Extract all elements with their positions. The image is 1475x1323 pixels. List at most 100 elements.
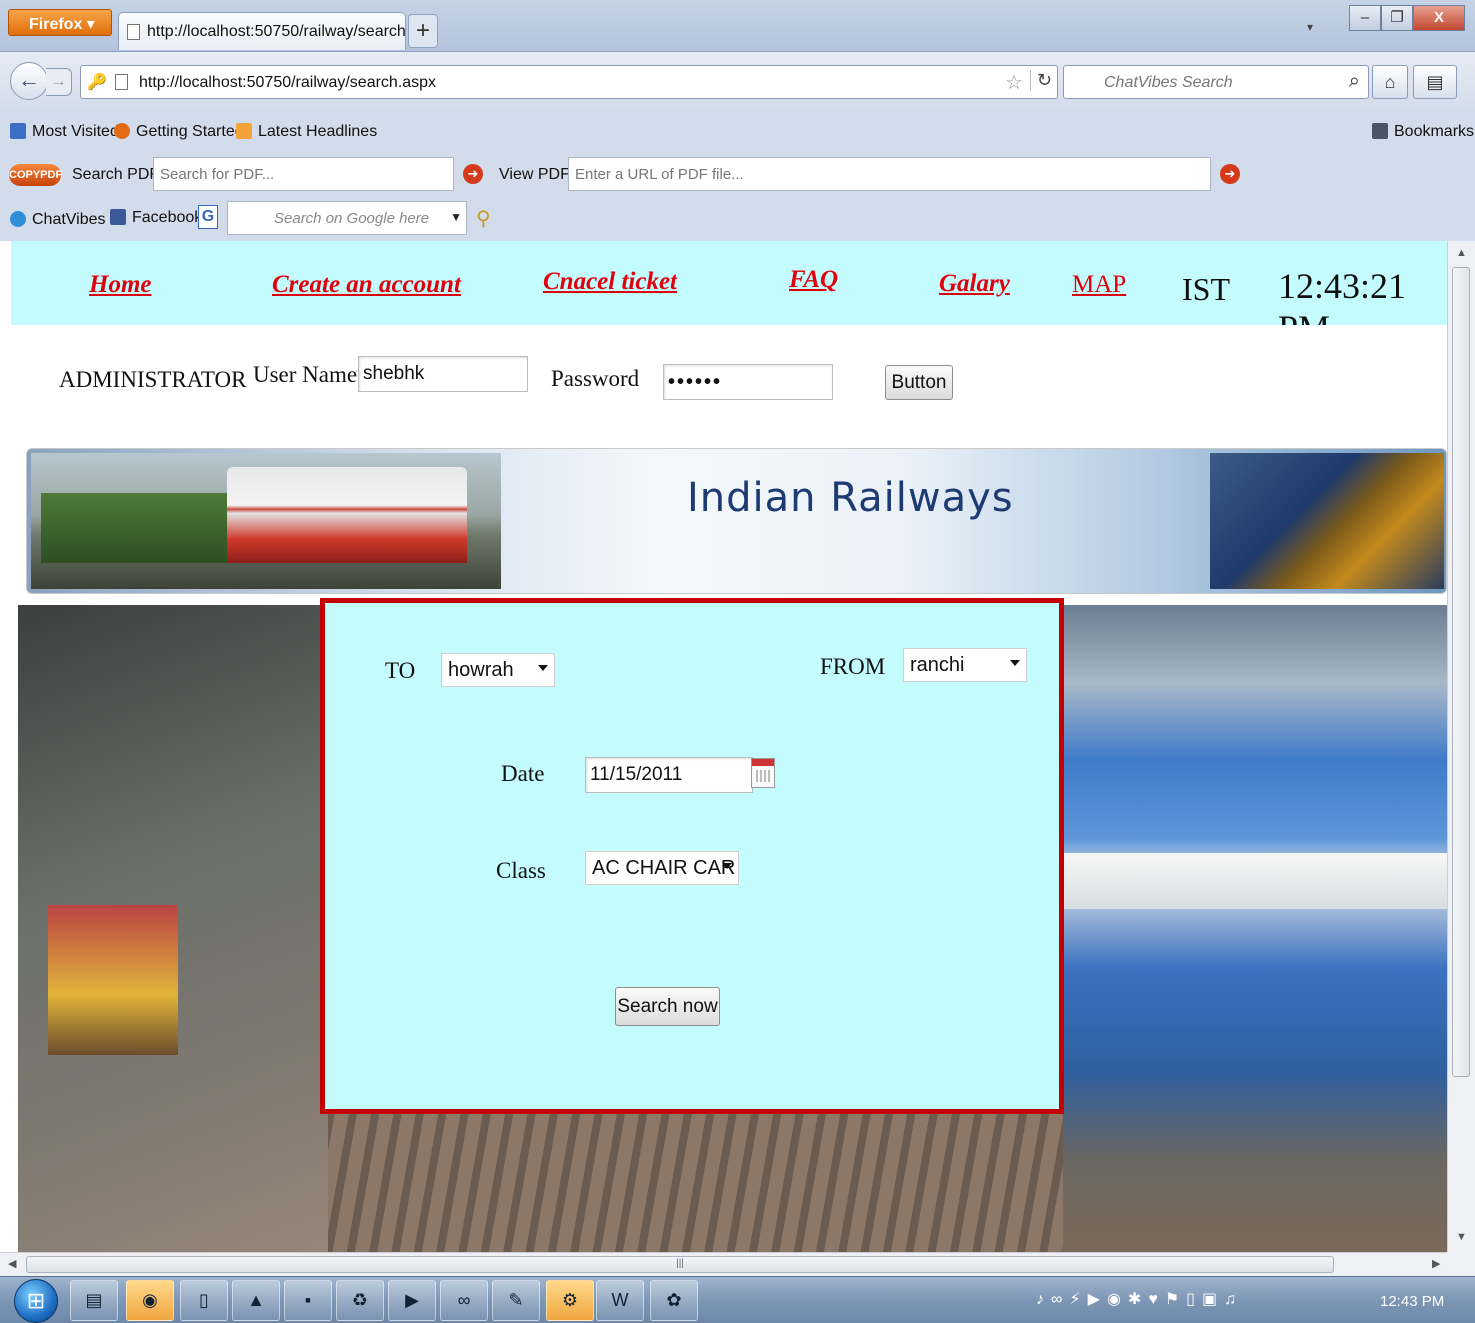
- nav-link-home[interactable]: Home: [89, 271, 152, 299]
- from-station-select[interactable]: ranchi: [903, 648, 1027, 682]
- password-input[interactable]: ••••••: [663, 364, 833, 400]
- banner-train-image-right: [1210, 453, 1444, 589]
- scroll-right-icon[interactable]: ▶: [1432, 1257, 1440, 1270]
- url-bar[interactable]: 🔑 http://localhost:50750/railway/search.…: [80, 65, 1058, 99]
- google-search-input[interactable]: Search on Google here ▼: [227, 201, 467, 235]
- page-icon: [115, 74, 128, 90]
- username-label: User Name: [253, 362, 358, 387]
- bookmark-label: Getting Started: [136, 123, 244, 140]
- tab-list-dropdown-icon[interactable]: ▾: [1307, 20, 1313, 34]
- search-pdf-go-icon[interactable]: ➜: [463, 164, 483, 184]
- chevron-down-icon: [1010, 660, 1020, 666]
- username-input[interactable]: shebhk: [358, 356, 528, 392]
- pdf-toolbar: COPYPDF Search PDF: Search for PDF... ➜ …: [0, 152, 1475, 197]
- bookmark-star-icon[interactable]: ☆: [1005, 70, 1023, 95]
- addon-button[interactable]: ▤: [1413, 65, 1457, 99]
- facebook-link[interactable]: Facebook: [110, 209, 202, 227]
- navigation-toolbar: ← → 🔑 http://localhost:50750/railway/sea…: [0, 52, 1475, 112]
- reload-icon[interactable]: ↻: [1029, 70, 1052, 91]
- nav-link-create-account[interactable]: Create an account: [272, 271, 461, 299]
- visual-studio-taskbar-icon[interactable]: ∞: [440, 1280, 488, 1321]
- copypdf-logo[interactable]: COPYPDF: [9, 164, 62, 186]
- view-pdf-go-icon[interactable]: ➜: [1220, 164, 1240, 184]
- search-pdf-input[interactable]: Search for PDF...: [153, 157, 454, 191]
- back-button[interactable]: ←: [10, 62, 48, 100]
- start-button[interactable]: ⊞: [14, 1279, 58, 1323]
- timezone-label: IST: [1182, 271, 1230, 307]
- windows-logo-icon: ⊞: [26, 1288, 46, 1313]
- word-taskbar-icon[interactable]: W: [596, 1280, 644, 1321]
- nav-link-faq[interactable]: FAQ: [789, 266, 838, 294]
- scroll-down-icon[interactable]: ▼: [1456, 1231, 1467, 1243]
- sql-taskbar-icon[interactable]: ⚙: [546, 1280, 594, 1321]
- forward-button[interactable]: →: [46, 68, 72, 96]
- browser-tab[interactable]: http://localhost:50750/railway/search.as…: [118, 12, 406, 50]
- magnifier-icon[interactable]: ⚲: [476, 206, 491, 231]
- notepad-taskbar-icon[interactable]: ▯: [180, 1280, 228, 1321]
- horizontal-scrollbar[interactable]: ◀ ||| ▶: [0, 1252, 1447, 1276]
- from-station-value: ranchi: [910, 654, 965, 676]
- class-select[interactable]: AC CHAIR CAR: [585, 851, 739, 885]
- scroll-up-icon[interactable]: ▲: [1456, 247, 1467, 259]
- cmd-taskbar-icon[interactable]: ▪: [284, 1280, 332, 1321]
- url-text: http://localhost:50750/railway/search.as…: [139, 74, 437, 91]
- new-tab-button[interactable]: +: [408, 14, 438, 48]
- view-pdf-label: View PDF:: [499, 166, 575, 183]
- vlc-taskbar-icon[interactable]: ▲: [232, 1280, 280, 1321]
- horizontal-scroll-thumb[interactable]: |||: [26, 1256, 1334, 1273]
- search-icon[interactable]: ⌕: [1349, 70, 1360, 93]
- to-station-select[interactable]: howrah: [441, 653, 555, 687]
- bookmark-most-visited[interactable]: Most Visited: [10, 123, 119, 141]
- vertical-scroll-thumb[interactable]: [1452, 267, 1470, 1077]
- chatvibes-menu[interactable]: ChatVibes ▾: [10, 209, 118, 229]
- view-pdf-input[interactable]: Enter a URL of PDF file...: [568, 157, 1211, 191]
- most-visited-icon: [10, 123, 26, 139]
- window-controls: – ❐ X: [1349, 5, 1465, 31]
- railways-banner: Indian Railways: [26, 448, 1447, 594]
- nav-link-cancel-ticket[interactable]: Cnacel ticket: [543, 268, 677, 296]
- taskbar-clock[interactable]: 12:43 PM: [1380, 1293, 1444, 1310]
- search-bar[interactable]: ChatVibes Search ⌕: [1063, 65, 1369, 99]
- maximize-icon[interactable]: ❐: [1381, 5, 1413, 31]
- calendar-icon[interactable]: [751, 758, 775, 788]
- bookmarks-toolbar: Most Visited Getting Started Latest Head…: [0, 112, 1475, 152]
- minimize-icon[interactable]: –: [1349, 5, 1381, 31]
- bookmarks-menu[interactable]: Bookmarks: [1372, 123, 1474, 141]
- train-roof-stripe: [1063, 853, 1447, 909]
- media-player-taskbar-icon[interactable]: ▶: [388, 1280, 436, 1321]
- firefox-taskbar-icon[interactable]: ◉: [126, 1280, 174, 1321]
- page-icon: [127, 24, 140, 40]
- nav-link-gallery[interactable]: Galary: [939, 270, 1010, 298]
- rss-icon: [236, 123, 252, 139]
- bookmark-getting-started[interactable]: Getting Started: [114, 123, 244, 141]
- system-tray[interactable]: ♪∞⚡▶◉✱♥⚑▯▣♫: [1036, 1289, 1243, 1309]
- scrollbar-corner: [1447, 1252, 1475, 1276]
- paint-brush-taskbar-icon[interactable]: ✿: [650, 1280, 698, 1321]
- scroll-left-icon[interactable]: ◀: [8, 1257, 16, 1270]
- railway-tracks: [328, 1105, 1063, 1252]
- vertical-scrollbar[interactable]: ▲ ▼: [1447, 241, 1475, 1252]
- login-button[interactable]: Button: [885, 365, 953, 400]
- nav-link-map[interactable]: MAP: [1072, 271, 1126, 299]
- bookmark-latest-headlines[interactable]: Latest Headlines: [236, 123, 377, 141]
- site-menu-bar: Home Create an account Cnacel ticket FAQ…: [11, 241, 1447, 348]
- search-now-button[interactable]: Search now: [615, 987, 720, 1026]
- password-label: Password: [551, 366, 640, 391]
- site-identity-icon[interactable]: 🔑: [87, 72, 107, 92]
- train-search-panel: TO howrah FROM ranchi Date 11/15/2011 Cl…: [320, 598, 1064, 1114]
- recycle-taskbar-icon[interactable]: ♻: [336, 1280, 384, 1321]
- chevron-down-icon[interactable]: ▼: [450, 210, 462, 224]
- google-icon[interactable]: G: [198, 205, 218, 229]
- date-label: Date: [501, 761, 545, 786]
- home-button[interactable]: ⌂: [1372, 65, 1408, 99]
- explorer-taskbar-icon[interactable]: ▤: [70, 1280, 118, 1321]
- paint-taskbar-icon[interactable]: ✎: [492, 1280, 540, 1321]
- administrator-label: ADMINISTRATOR: [59, 367, 247, 392]
- close-icon[interactable]: X: [1413, 5, 1465, 31]
- firefox-menu-button[interactable]: Firefox ▾: [8, 9, 112, 36]
- date-input[interactable]: 11/15/2011: [585, 757, 753, 793]
- facebook-label: Facebook: [132, 209, 203, 226]
- from-label: FROM: [820, 654, 886, 679]
- forward-arrow-icon: →: [50, 73, 67, 90]
- search-pdf-label: Search PDF:: [72, 166, 164, 183]
